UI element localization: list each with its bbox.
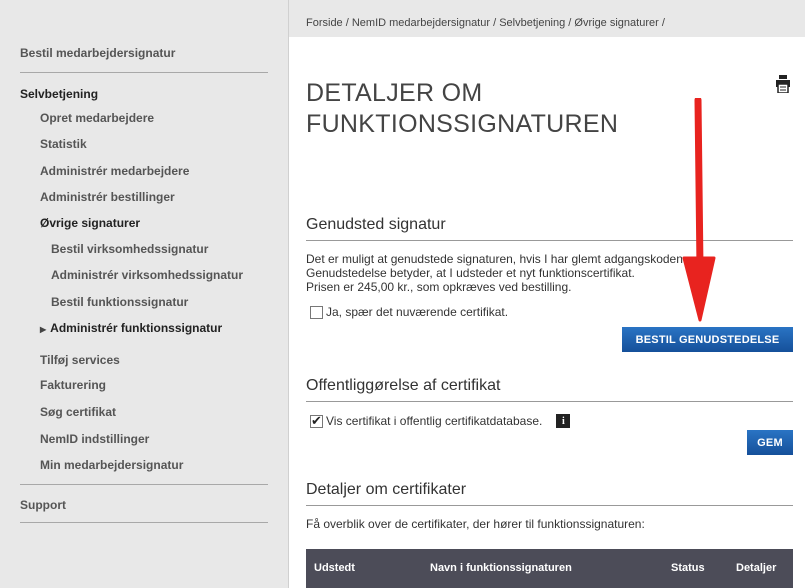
- publish-certificate-checkbox-row[interactable]: Vis certifikat i offentlig certifikatdat…: [310, 413, 571, 429]
- sidebar-item-min-medarbejdersignatur[interactable]: Min medarbejdersignatur: [40, 458, 183, 472]
- save-button[interactable]: GEM: [747, 430, 793, 455]
- column-header-detaljer[interactable]: Detaljer: [736, 562, 776, 574]
- sidebar-item-ovrige-signaturer[interactable]: Øvrige signaturer: [40, 216, 140, 230]
- certificates-intro: Få overblik over de certifikater, der hø…: [306, 517, 645, 531]
- sidebar-item-bestil-virksomhedssignatur[interactable]: Bestil virksomhedssignatur: [51, 242, 208, 256]
- sidebar-divider: [20, 484, 268, 485]
- publish-certificate-checkbox[interactable]: [310, 413, 323, 429]
- sidebar-item-statistik[interactable]: Statistik: [40, 137, 87, 151]
- sidebar-item-sog-certifikat[interactable]: Søg certifikat: [40, 405, 116, 419]
- sidebar-item-fakturering[interactable]: Fakturering: [40, 378, 106, 392]
- triangle-right-icon: ▶: [40, 325, 47, 334]
- reissue-text-1: Det er muligt at genudstede signaturen, …: [306, 252, 687, 266]
- sidebar-item-tilfoj-services[interactable]: Tilføj services: [40, 353, 120, 367]
- publish-section-title: Offentliggørelse af certifikat: [306, 377, 501, 394]
- certificates-section-title: Detaljer om certifikater: [306, 481, 467, 498]
- sidebar-divider: [20, 72, 268, 73]
- reissue-text-2: Genudstedelse betyder, at I udsteder et …: [306, 266, 635, 280]
- column-header-navn[interactable]: Navn i funktionssignaturen: [430, 562, 572, 574]
- sidebar-item-administrer-virksomhedssignatur[interactable]: Administrér virksomhedssignatur: [51, 268, 243, 282]
- info-icon[interactable]: i: [556, 414, 571, 428]
- printer-icon[interactable]: [776, 75, 790, 93]
- column-header-udstedt[interactable]: Udstedt: [314, 562, 355, 574]
- reissue-text-3: Prisen er 245,00 kr., som opkræves ved b…: [306, 280, 572, 294]
- sidebar-item-bestil-funktionssignatur[interactable]: Bestil funktionssignatur: [51, 295, 188, 309]
- sidebar-item-nemid-indstillinger[interactable]: NemID indstillinger: [40, 432, 149, 446]
- sidebar-item-label: Administrér funktionssignatur: [50, 321, 223, 335]
- column-header-status[interactable]: Status: [671, 562, 705, 574]
- block-certificate-checkbox-row[interactable]: Ja, spær det nuværende certifikat.: [310, 305, 508, 319]
- reissue-section-title: Genudsted signatur: [306, 216, 446, 233]
- publish-divider: [306, 401, 793, 402]
- page-title: DETALJER OM FUNKTIONSSIGNATUREN: [306, 78, 686, 140]
- page-title-line-1: DETALJER OM: [306, 79, 483, 107]
- sidebar-item-support[interactable]: Support: [20, 498, 66, 512]
- annotation-arrow: [682, 98, 716, 322]
- certificates-divider: [306, 505, 793, 506]
- sidebar-item-selvbetjening[interactable]: Selvbetjening: [20, 87, 98, 101]
- page-title-line-2: FUNKTIONSSIGNATUREN: [306, 110, 619, 138]
- block-certificate-label: Ja, spær det nuværende certifikat.: [326, 305, 509, 319]
- sidebar-item-bestil-medarbejdersignatur[interactable]: Bestil medarbejdersignatur: [20, 46, 175, 60]
- sidebar-item-administrer-bestillinger[interactable]: Administrér bestillinger: [40, 190, 175, 204]
- publish-certificate-label: Vis certifikat i offentlig certifikatdat…: [326, 414, 543, 428]
- breadcrumb[interactable]: Forside / NemID medarbejdersignatur / Se…: [306, 17, 665, 29]
- block-certificate-checkbox[interactable]: [310, 305, 323, 319]
- sidebar-divider: [20, 522, 268, 523]
- sidebar-item-administrer-medarbejdere[interactable]: Administrér medarbejdere: [40, 164, 189, 178]
- sidebar-item-administrer-funktionssignatur[interactable]: ▶ Administrér funktionssignatur: [40, 321, 222, 335]
- sidebar-item-opret-medarbejdere[interactable]: Opret medarbejdere: [40, 111, 154, 125]
- certificates-table-header: Udstedt Navn i funktionssignaturen Statu…: [306, 549, 793, 588]
